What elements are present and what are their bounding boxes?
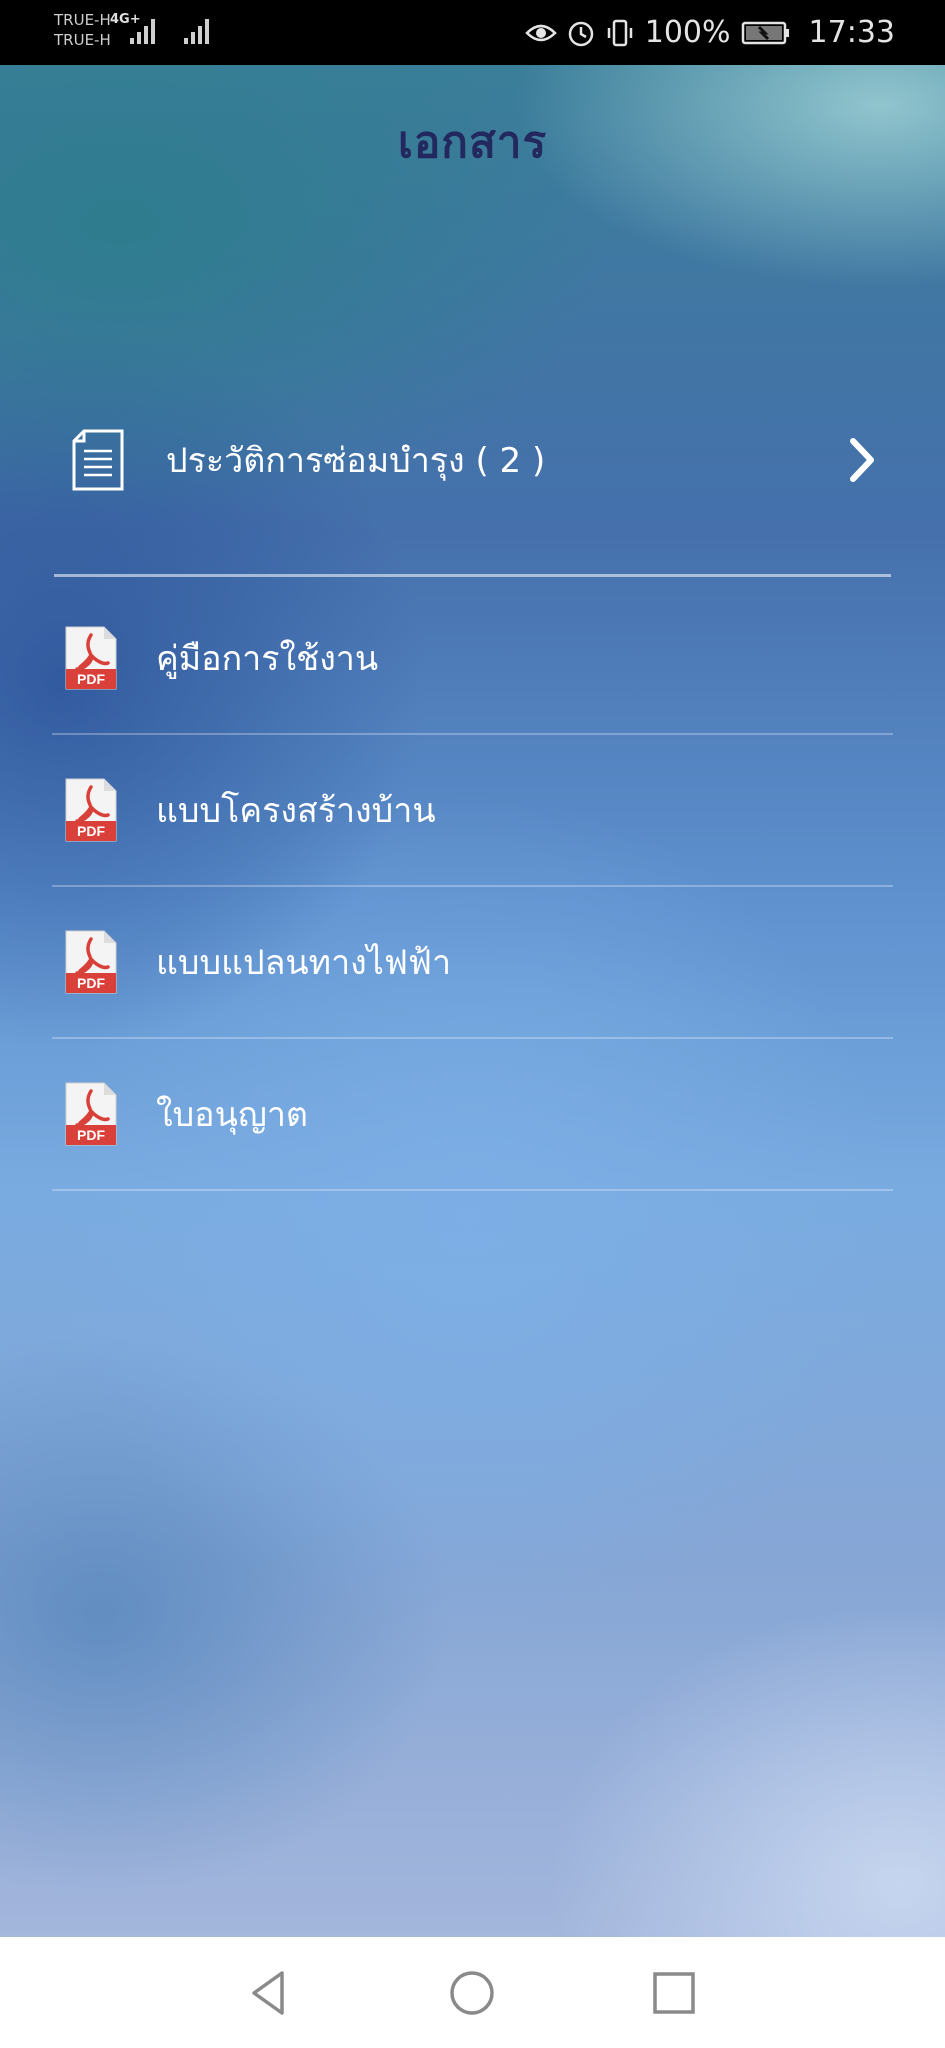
svg-text:PDF: PDF — [77, 1127, 105, 1143]
eye-comfort-icon — [524, 21, 557, 45]
document-list: PDF คู่มือการใช้งาน PDF แบบโครงสร้างบ้าน… — [52, 583, 893, 1191]
document-item-permit[interactable]: PDF ใบอนุญาต — [52, 1039, 893, 1191]
clock: 17:33 — [808, 15, 895, 50]
vibrate-icon — [605, 18, 635, 48]
battery-charging-icon — [741, 20, 791, 46]
document-item-manual[interactable]: PDF คู่มือการใช้งาน — [52, 583, 893, 735]
section-divider — [54, 574, 891, 577]
svg-text:PDF: PDF — [77, 671, 105, 687]
carrier-labels: TRUE-H TRUE-H — [54, 10, 111, 50]
pdf-icon: PDF — [65, 930, 117, 994]
alarm-icon — [567, 18, 595, 48]
maintenance-history-label: ประวัติการซ่อมบำรุง ( 2 ) — [166, 441, 546, 481]
documents-screen: เอกสาร ประวัติการซ่อมบำรุง ( 2 ) PDF คู่… — [0, 65, 945, 1937]
svg-text:PDF: PDF — [77, 823, 105, 839]
document-item-structure[interactable]: PDF แบบโครงสร้างบ้าน — [52, 735, 893, 887]
back-icon[interactable] — [242, 1965, 298, 2021]
document-label: คู่มือการใช้งาน — [156, 639, 379, 679]
document-item-electrical[interactable]: PDF แบบแปลนทางไฟฟ้า — [52, 887, 893, 1039]
battery-percent: 100% — [644, 15, 731, 50]
status-bar: TRUE-H TRUE-H 4G+ 100% 17:33 — [0, 0, 945, 65]
svg-text:PDF: PDF — [77, 975, 105, 991]
status-icons: 100% 17:33 — [524, 0, 895, 65]
pdf-icon: PDF — [65, 1082, 117, 1146]
carrier-2: TRUE-H — [54, 31, 111, 49]
home-icon[interactable] — [444, 1965, 500, 2021]
system-nav-bar — [0, 1937, 945, 2048]
maintenance-history-row[interactable]: ประวัติการซ่อมบำรุง ( 2 ) — [54, 395, 891, 525]
recents-icon[interactable] — [646, 1965, 702, 2021]
document-icon — [72, 429, 124, 491]
chevron-right-icon — [850, 438, 874, 482]
document-label: แบบแปลนทางไฟฟ้า — [156, 943, 452, 983]
document-label: แบบโครงสร้างบ้าน — [156, 791, 436, 831]
carrier-1: TRUE-H — [54, 11, 111, 29]
pdf-icon: PDF — [65, 778, 117, 842]
pdf-icon: PDF — [65, 626, 117, 690]
page-title: เอกสาร — [397, 117, 548, 168]
document-label: ใบอนุญาต — [156, 1095, 308, 1135]
signal-icon-2 — [184, 19, 209, 44]
signal-icon — [130, 19, 155, 44]
